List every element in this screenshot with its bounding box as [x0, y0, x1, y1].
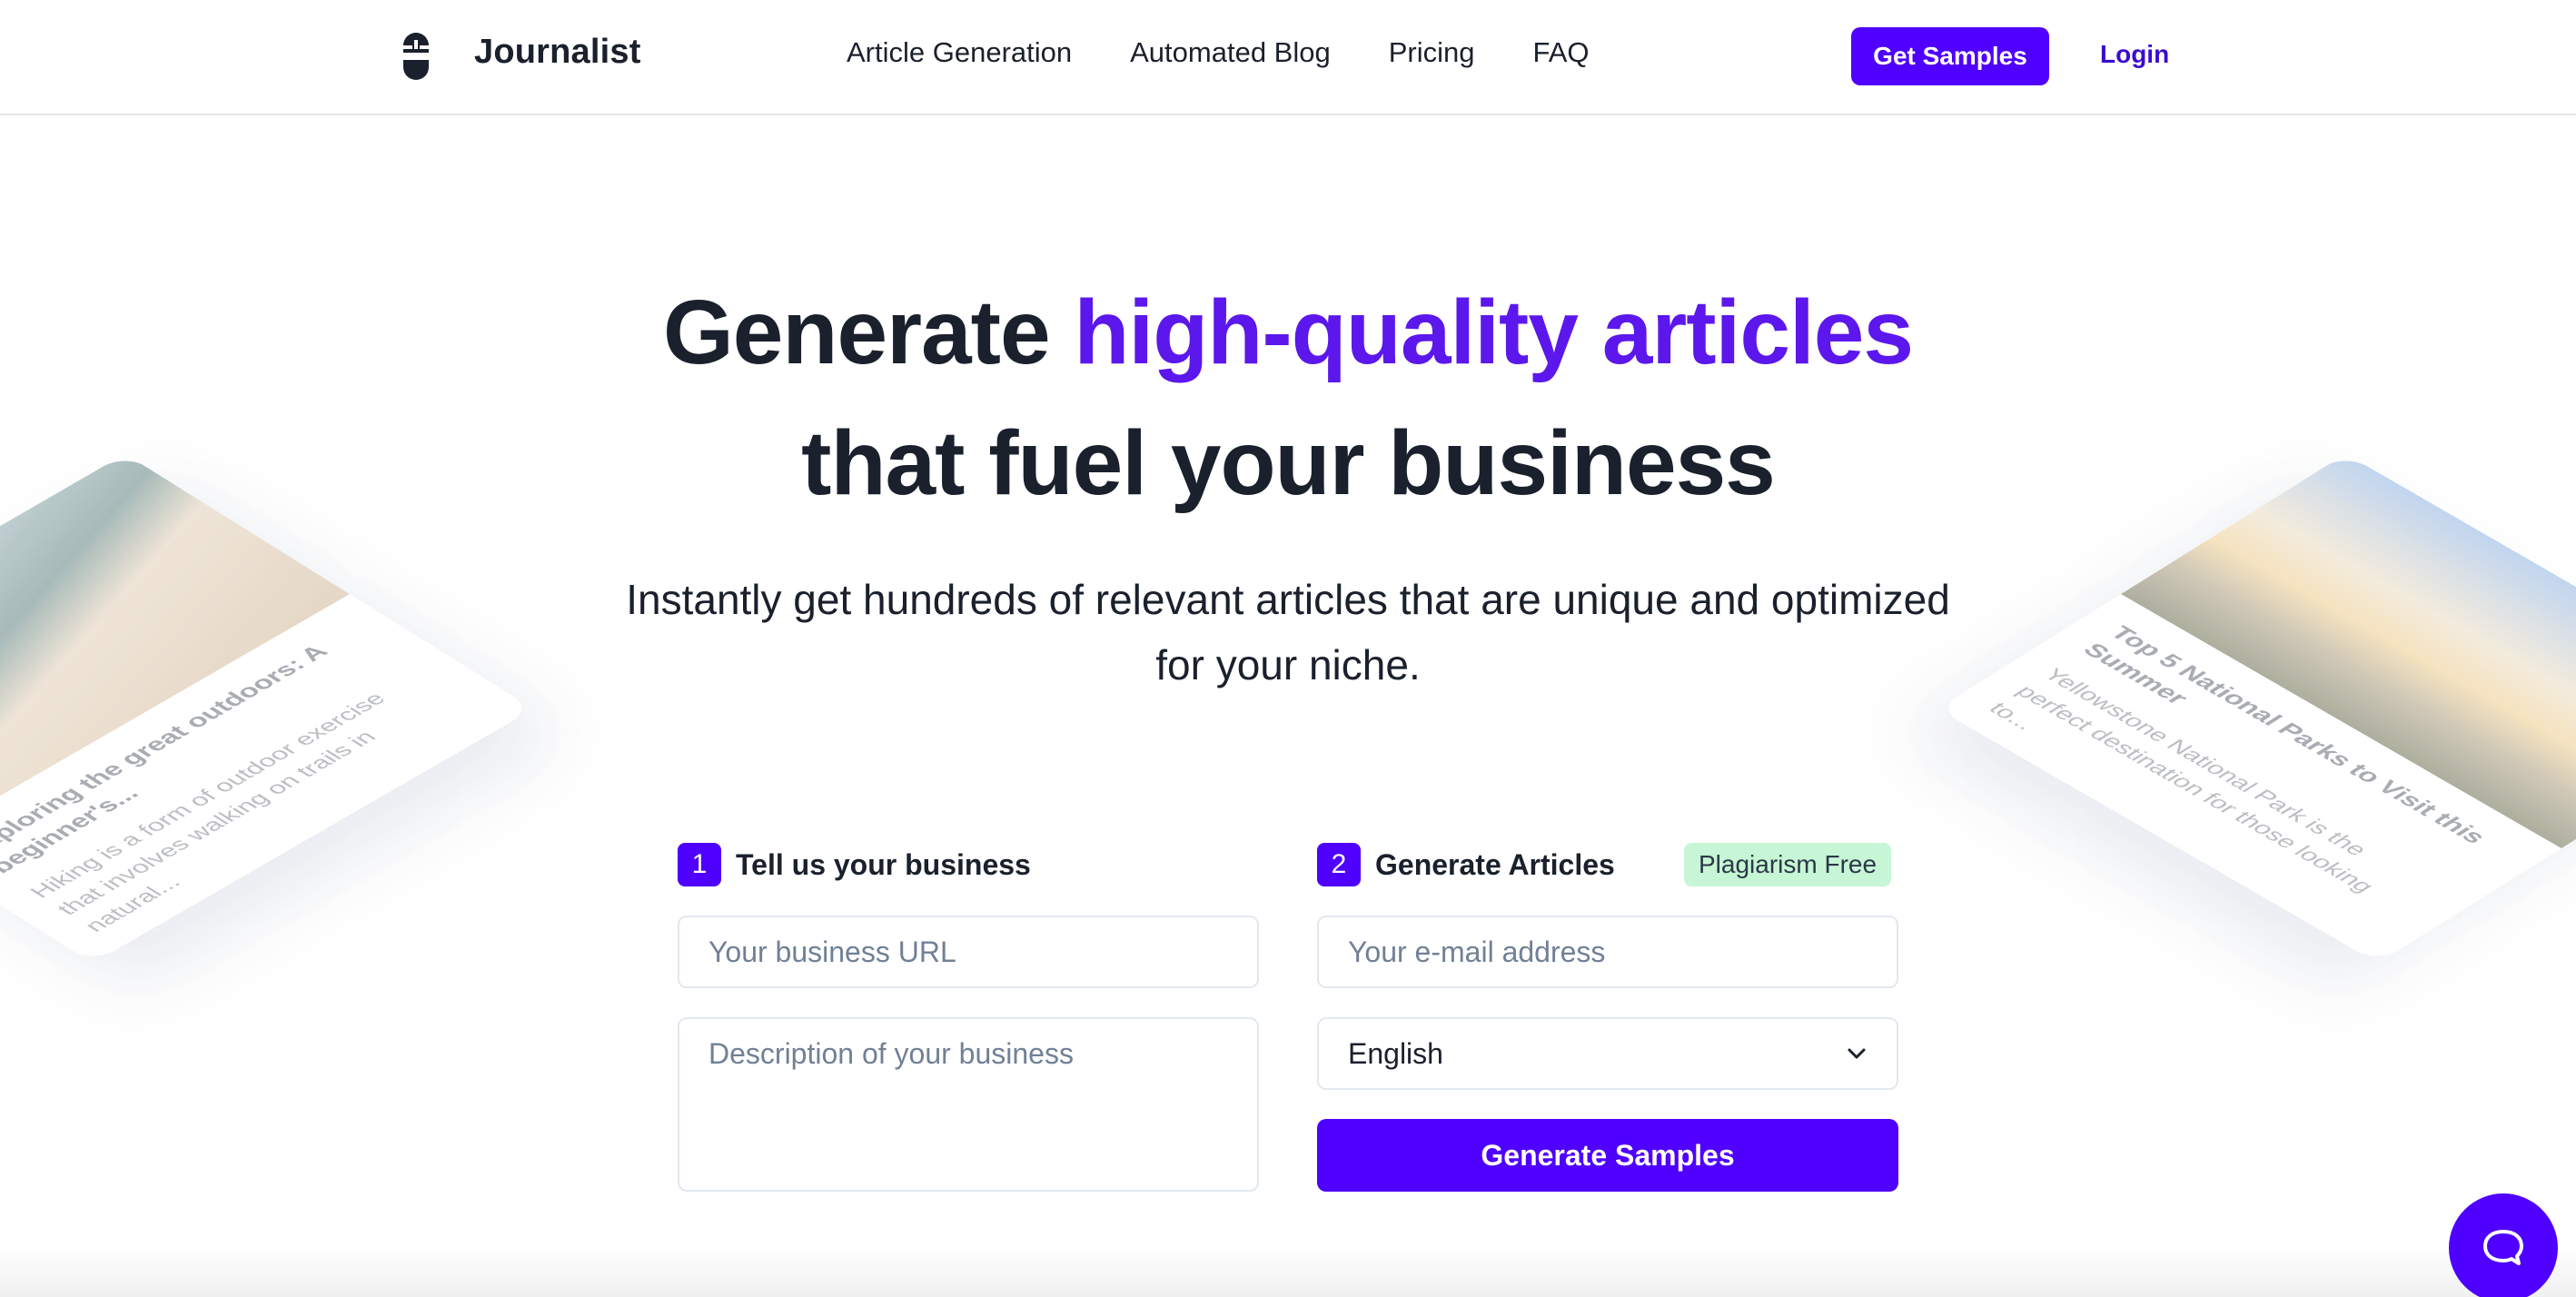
nav-faq[interactable]: FAQ — [1532, 36, 1589, 69]
language-selected-value: English — [1348, 1036, 1443, 1070]
nav-automated-blog[interactable]: Automated Blog — [1130, 36, 1331, 69]
business-url-input[interactable] — [678, 916, 1259, 988]
generate-samples-button[interactable]: Generate Samples — [1317, 1119, 1898, 1192]
journalist-logo-icon[interactable] — [400, 33, 432, 80]
section-divider-shadow — [0, 1244, 2576, 1297]
email-input[interactable] — [1317, 916, 1898, 988]
step-label: Generate Articles — [1375, 847, 1615, 881]
site-header: Journalist Article Generation Automated … — [0, 0, 2576, 115]
main-nav: Article Generation Automated Blog Pricin… — [847, 36, 1590, 69]
step-label: Tell us your business — [736, 847, 1031, 881]
brand-name[interactable]: Journalist — [474, 33, 641, 72]
language-select[interactable]: English — [1317, 1017, 1898, 1090]
hero-title-accent: high-quality articles — [1074, 282, 1914, 383]
chat-bubble-icon — [2483, 1230, 2523, 1265]
step-1-header: 1 Tell us your business — [678, 843, 1031, 886]
business-description-textarea[interactable] — [678, 1017, 1259, 1192]
hero-title-prefix: Generate — [663, 282, 1075, 383]
step-2-header: 2 Generate Articles — [1317, 843, 1615, 886]
hero-subtitle: Instantly get hundreds of relevant artic… — [626, 576, 1950, 688]
plagiarism-free-badge: Plagiarism Free — [1684, 843, 1892, 886]
chat-widget-button[interactable] — [2449, 1193, 2558, 1297]
step-number: 1 — [678, 843, 721, 886]
nav-article-generation[interactable]: Article Generation — [847, 36, 1072, 69]
get-samples-button[interactable]: Get Samples — [1851, 27, 2049, 85]
hero-title: Generate high-quality articles that fuel… — [0, 267, 2576, 529]
nav-pricing[interactable]: Pricing — [1389, 36, 1475, 69]
hero-title-line2: that fuel your business — [801, 412, 1776, 514]
login-link[interactable]: Login — [2100, 40, 2169, 69]
sample-article-card: Top 5 National Parks to Visit this Summe… — [1937, 453, 2576, 964]
step-number: 2 — [1317, 843, 1361, 886]
sample-article-card: Exploring the great outdoors: A beginner… — [0, 453, 534, 964]
chevron-down-icon — [1848, 1048, 1866, 1059]
